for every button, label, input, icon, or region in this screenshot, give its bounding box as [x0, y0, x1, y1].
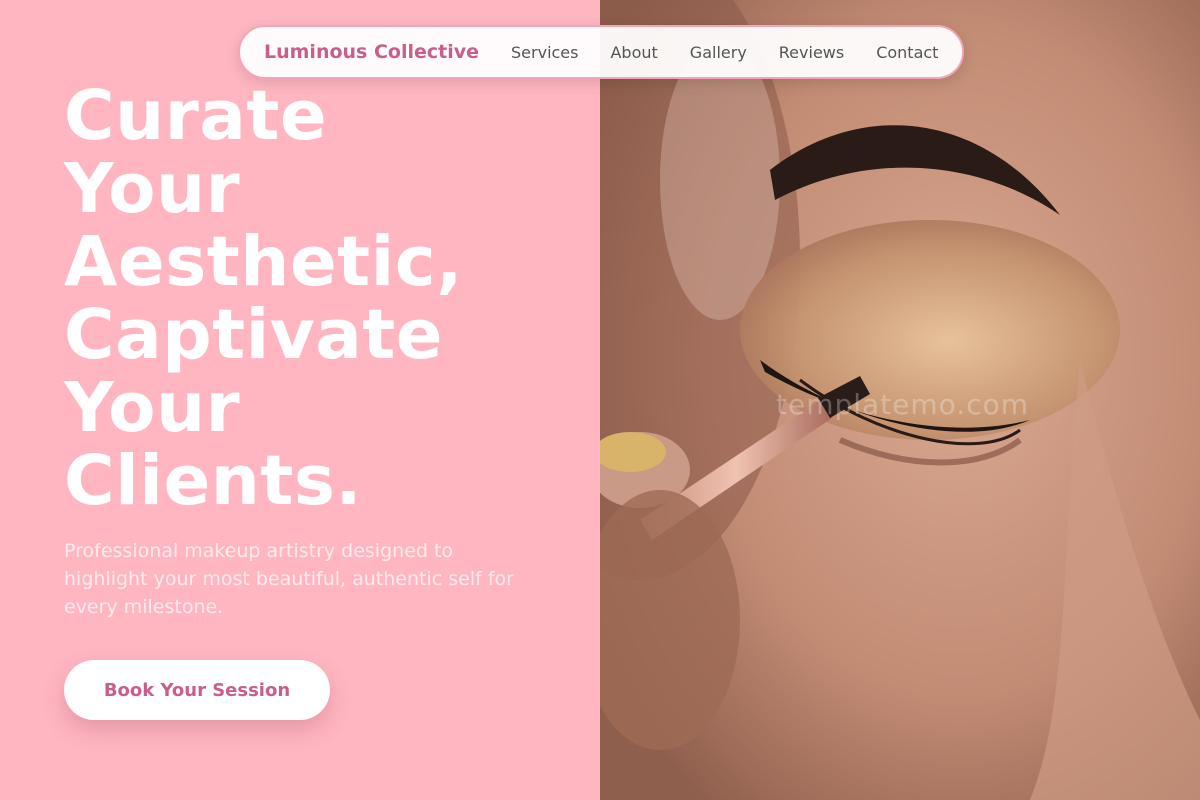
- watermark-text: templatemo.com: [776, 388, 1030, 421]
- nav-link-services[interactable]: Services: [511, 43, 578, 62]
- brand-logo-text[interactable]: Luminous Collective: [264, 41, 479, 63]
- hero-headline: Curate Your Aesthetic, Captivate Your Cl…: [64, 80, 544, 518]
- headline-line: Clients.: [64, 441, 363, 521]
- top-navigation: Luminous Collective Services About Galle…: [238, 25, 964, 79]
- headline-line: Your: [64, 368, 241, 448]
- hero-photo: templatemo.com: [600, 0, 1200, 800]
- headline-line: Curate: [64, 76, 328, 156]
- nav-link-contact[interactable]: Contact: [876, 43, 938, 62]
- headline-line: Captivate: [64, 295, 444, 375]
- hero-subtext: Professional makeup artistry designed to…: [64, 540, 514, 618]
- book-session-button[interactable]: Book Your Session: [64, 660, 330, 720]
- headline-line: Aesthetic,: [64, 222, 463, 302]
- headline-line: Your: [64, 149, 241, 229]
- nav-link-reviews[interactable]: Reviews: [779, 43, 844, 62]
- nav-link-gallery[interactable]: Gallery: [690, 43, 747, 62]
- nav-link-about[interactable]: About: [610, 43, 657, 62]
- hero-left-panel: Curate Your Aesthetic, Captivate Your Cl…: [0, 0, 600, 800]
